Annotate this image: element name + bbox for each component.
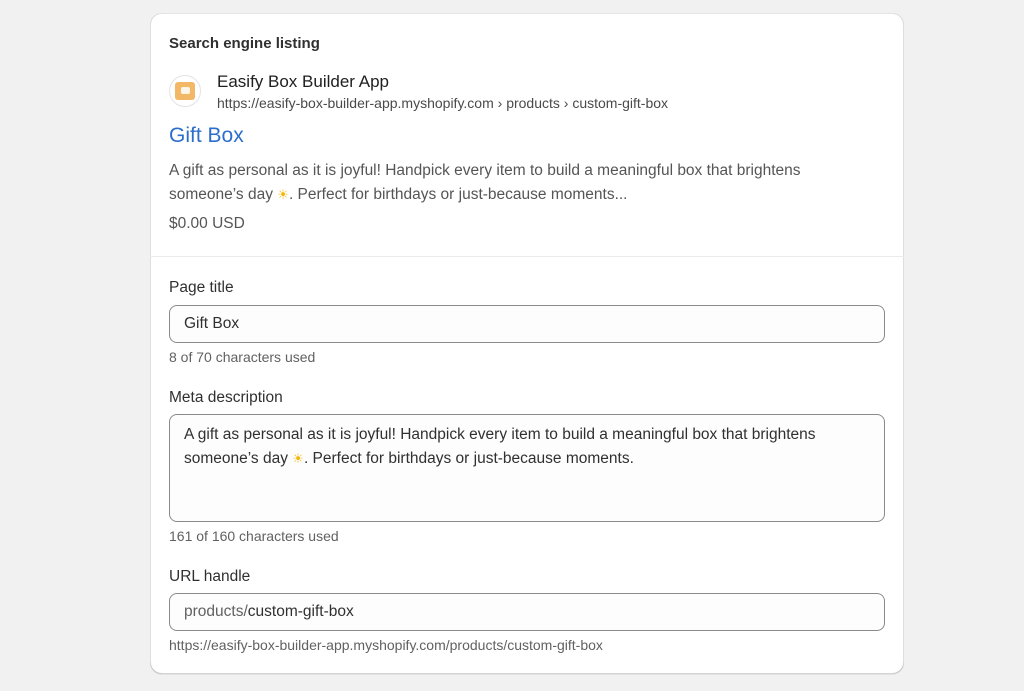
sun-emoji-icon: ☀ (292, 452, 304, 467)
section-heading: Search engine listing (169, 35, 320, 52)
search-preview-section: Search engine listing Easify Box Builder… (150, 13, 904, 257)
preview-price: $0.00 USD (169, 215, 245, 232)
meta-description-char-count: 161 of 160 characters used (169, 528, 339, 544)
seo-card: Search engine listing Easify Box Builder… (150, 13, 904, 674)
meta-description-textarea[interactable]: A gift as personal as it is joyful! Hand… (169, 414, 885, 522)
preview-site-name: Easify Box Builder App (217, 72, 389, 91)
url-handle-full-url: https://easify-box-builder-app.myshopify… (169, 637, 603, 653)
sun-emoji-icon: ☀ (277, 188, 289, 203)
meta-description-text-2: . Perfect for birthdays or just-because … (303, 450, 634, 467)
meta-description-label: Meta description (169, 389, 283, 406)
url-handle-label: URL handle (169, 568, 251, 585)
url-handle-prefix: products/ (184, 603, 248, 620)
url-handle-input[interactable]: products/custom-gift-box (169, 593, 885, 631)
preview-site-url: https://easify-box-builder-app.myshopify… (217, 95, 669, 111)
store-favicon-icon (169, 75, 201, 107)
page-title-label: Page title (169, 279, 234, 296)
page-title-value: Gift Box (184, 315, 240, 332)
preview-description-text-2: . Perfect for birthdays or just-because … (288, 186, 628, 203)
preview-description: A gift as personal as it is joyful! Hand… (169, 159, 869, 208)
preview-title: Gift Box (169, 124, 244, 147)
url-handle-value: custom-gift-box (247, 603, 354, 620)
gift-box-logo-icon (175, 82, 195, 100)
page-title-input[interactable]: Gift Box (169, 305, 885, 343)
page-title-char-count: 8 of 70 characters used (169, 349, 316, 365)
